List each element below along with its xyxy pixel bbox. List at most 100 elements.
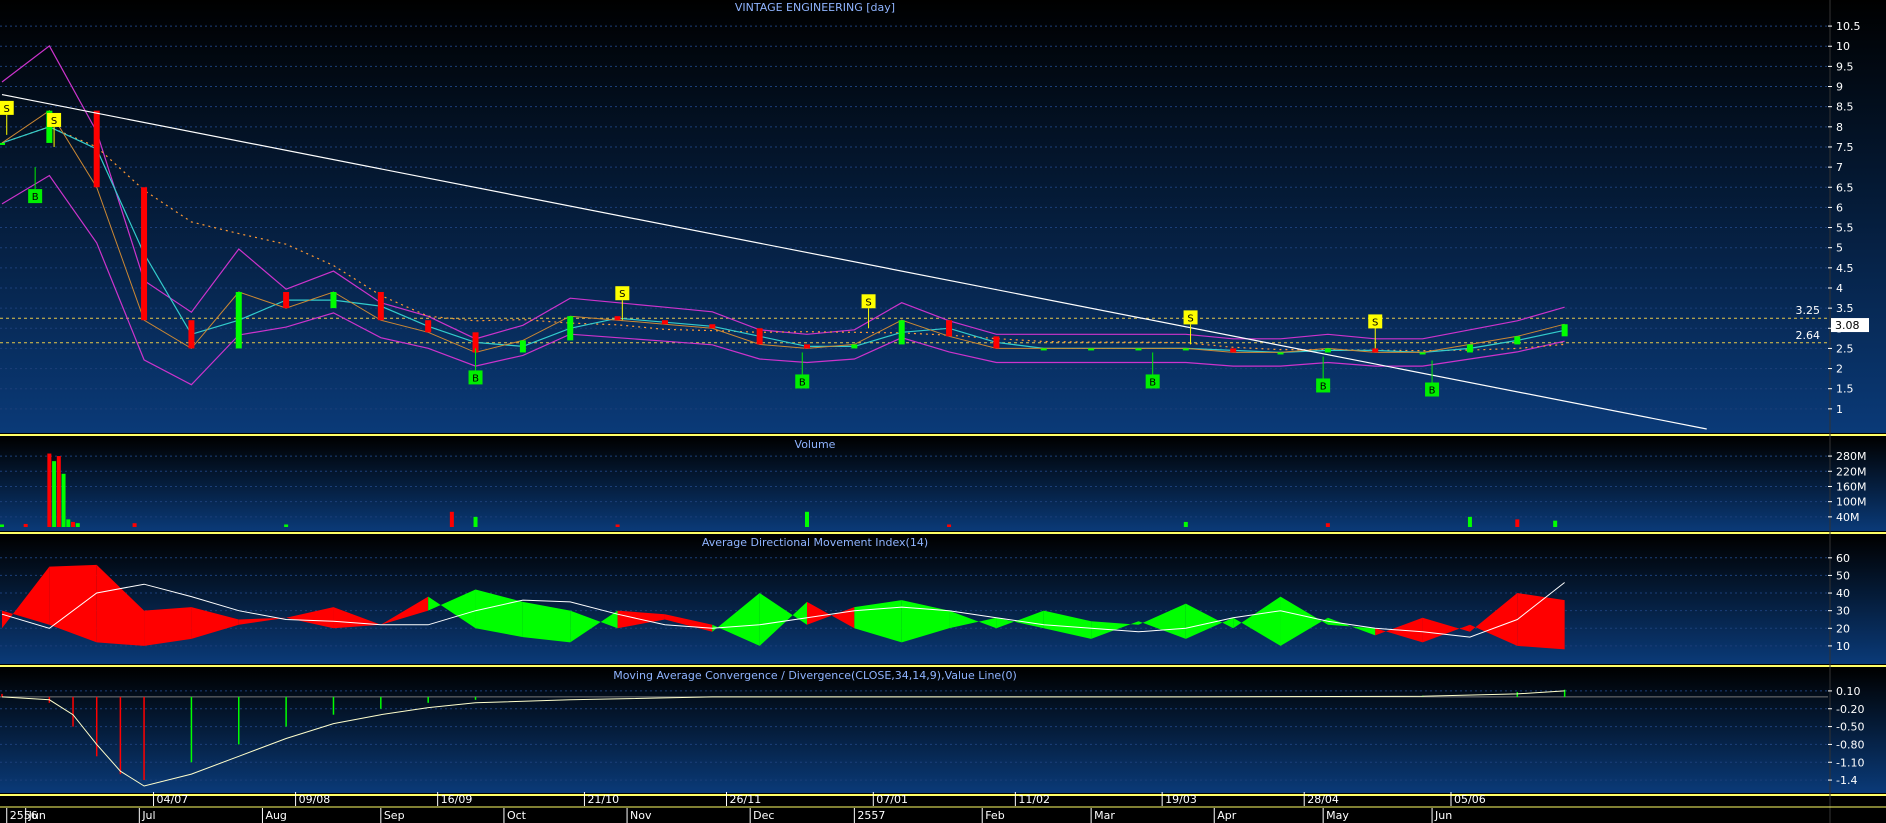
volume-bar [947, 524, 952, 527]
x-month-label: Jun [28, 809, 46, 822]
signal-label: S [4, 104, 10, 115]
price-candle [1419, 352, 1426, 355]
price-candle [661, 320, 668, 325]
y-tick-label: 4.5 [1836, 262, 1854, 275]
chart-panels [0, 0, 1886, 823]
y-tick-label: 4 [1836, 282, 1843, 295]
volume-bar [47, 453, 52, 527]
y-tick-label: 10.5 [1836, 20, 1861, 33]
x-date-label: 09/08 [299, 793, 331, 806]
panel-background [0, 668, 1886, 793]
last-price-label: 3.08 [1835, 319, 1860, 332]
price-candle [1466, 344, 1473, 353]
volume-bar [56, 456, 61, 527]
price-candle [851, 344, 858, 349]
price-candle [1561, 324, 1568, 337]
price-candle [93, 110, 100, 188]
y-tick-label: 30 [1836, 605, 1850, 618]
x-month-label: Mar [1094, 809, 1115, 822]
y-tick-label: 7 [1836, 161, 1843, 174]
y-tick-label: -0.50 [1836, 721, 1864, 734]
reference-label: 3.25 [1796, 304, 1821, 317]
price-candle [1514, 336, 1521, 345]
price-candle [330, 292, 337, 309]
price-candle [898, 320, 905, 345]
price-candle [188, 320, 195, 349]
x-month-label: 2557 [857, 809, 885, 822]
y-tick-label: 40 [1836, 587, 1850, 600]
x-month-label: Dec [753, 809, 774, 822]
x-date-label: 11/02 [1018, 793, 1050, 806]
x-date-label: 26/11 [730, 793, 762, 806]
y-tick-label: -1.10 [1836, 756, 1864, 769]
price-candle [709, 324, 716, 329]
signal-label: S [51, 116, 57, 127]
y-tick-label: 9.5 [1836, 60, 1854, 73]
x-date-label: 04/07 [157, 793, 189, 806]
volume-bar [71, 521, 76, 527]
x-date-label: 19/03 [1165, 793, 1197, 806]
price-candle [377, 292, 384, 321]
x-month-label: May [1326, 809, 1349, 822]
signal-label: S [1372, 317, 1378, 328]
signal-label: S [865, 297, 871, 308]
price-candle [1230, 348, 1237, 353]
panel-background [0, 437, 1886, 531]
y-tick-label: 6.5 [1836, 181, 1854, 194]
x-month-label: Feb [985, 809, 1004, 822]
price-candle [519, 340, 526, 353]
y-tick-label: 100M [1836, 496, 1867, 509]
stock-chart: VINTAGE ENGINEERING [day]11.522.533.544.… [0, 0, 1886, 823]
x-date-label: 16/09 [441, 793, 473, 806]
y-tick-label: 9 [1836, 81, 1843, 94]
price-candle [283, 292, 290, 309]
panel-title: VINTAGE ENGINEERING [day] [735, 1, 895, 14]
price-candle [804, 344, 810, 349]
y-tick-label: 10 [1836, 640, 1850, 653]
price-candle [425, 320, 432, 333]
price-candle [946, 320, 953, 337]
y-tick-label: 6 [1836, 201, 1843, 214]
y-tick-label: 5.5 [1836, 222, 1854, 235]
panel-title: Moving Average Convergence / Divergence(… [613, 669, 1017, 682]
y-tick-label: 50 [1836, 569, 1850, 582]
price-candle [1135, 348, 1142, 351]
volume-bar [23, 523, 28, 527]
y-tick-label: 20 [1836, 622, 1850, 635]
signal-label: B [32, 192, 39, 203]
x-date-label: 21/10 [587, 793, 619, 806]
volume-bar [52, 461, 57, 527]
y-tick-label: 2 [1836, 363, 1843, 376]
y-tick-label: 220M [1836, 465, 1867, 478]
price-candle [1372, 348, 1379, 353]
y-tick-label: 5 [1836, 242, 1843, 255]
price-candle [567, 316, 574, 341]
price-candle [1040, 348, 1047, 351]
signal-label: S [1187, 313, 1193, 324]
volume-bar [132, 523, 137, 527]
signal-label: B [1429, 386, 1436, 397]
x-month-label: Nov [630, 809, 652, 822]
y-tick-label: -0.20 [1836, 703, 1864, 716]
price-candle [1088, 348, 1095, 351]
volume-bar [0, 524, 4, 527]
x-month-label: Sep [384, 809, 405, 822]
price-candle [614, 316, 621, 321]
y-tick-label: 0.10 [1836, 685, 1861, 698]
price-candle [993, 336, 1000, 349]
volume-bar [284, 524, 289, 527]
panel-background [0, 535, 1886, 664]
x-month-label: Jun [1434, 809, 1452, 822]
y-tick-label: 7.5 [1836, 141, 1854, 154]
x-axis: 04/07 09/08 16/09 21/10 26/11 07/01 11/02 19/03… [0, 792, 1886, 823]
x-month-label: Apr [1217, 809, 1237, 822]
volume-bar [1553, 520, 1558, 527]
y-tick-label: 1 [1836, 403, 1843, 416]
volume-bar [1325, 523, 1330, 527]
price-candle [1324, 348, 1331, 353]
volume-bar [1515, 519, 1520, 527]
panel-title: Volume [795, 438, 836, 451]
price-candle [1277, 352, 1284, 355]
x-month-label: Aug [265, 809, 286, 822]
signal-label: S [619, 289, 625, 300]
